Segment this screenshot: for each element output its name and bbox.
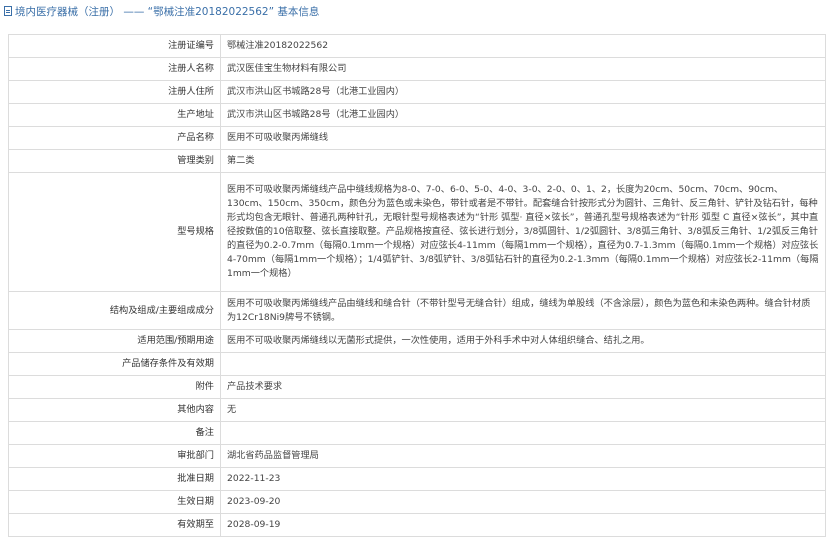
page-header: 境内医疗器械（注册） —— “鄂械注准20182022562” 基本信息 bbox=[0, 0, 831, 22]
field-value: 武汉医佳宝生物材料有限公司 bbox=[220, 57, 826, 81]
field-label: 适用范围/预期用途 bbox=[8, 329, 221, 353]
field-label: 注册人名称 bbox=[8, 57, 221, 81]
field-value: 医用不可吸收聚丙烯缝线以无菌形式提供，一次性使用，适用于外科手术中对人体组织缝合… bbox=[220, 329, 826, 353]
field-label: 结构及组成/主要组成成分 bbox=[8, 291, 221, 330]
field-value: 第二类 bbox=[220, 149, 826, 173]
field-value: 2023-09-20 bbox=[220, 490, 826, 514]
table-row: 生产地址 武汉市洪山区书城路28号（北港工业园内） bbox=[8, 103, 826, 127]
registration-info-table: 注册证编号 鄂械注准20182022562 注册人名称 武汉医佳宝生物材料有限公… bbox=[8, 34, 826, 537]
table-row: 产品名称 医用不可吸收聚丙烯缝线 bbox=[8, 126, 826, 150]
table-row: 批准日期 2022-11-23 bbox=[8, 467, 826, 491]
field-label: 审批部门 bbox=[8, 444, 221, 468]
table-row: 注册人名称 武汉医佳宝生物材料有限公司 bbox=[8, 57, 826, 81]
table-row: 结构及组成/主要组成成分 医用不可吸收聚丙烯缝线产品由缝线和缝合针（不带针型号无… bbox=[8, 291, 826, 330]
field-value: 武汉市洪山区书城路28号（北港工业园内） bbox=[220, 80, 826, 104]
field-value: 湖北省药品监督管理局 bbox=[220, 444, 826, 468]
field-label: 产品名称 bbox=[8, 126, 221, 150]
field-value: 医用不可吸收聚丙烯缝线 bbox=[220, 126, 826, 150]
table-row: 其他内容 无 bbox=[8, 398, 826, 422]
field-value: 医用不可吸收聚丙烯缝线产品由缝线和缝合针（不带针型号无缝合针）组成，缝线为单股线… bbox=[220, 291, 826, 330]
table-row: 注册证编号 鄂械注准20182022562 bbox=[8, 34, 826, 58]
document-icon bbox=[4, 6, 12, 16]
table-row: 有效期至 2028-09-19 bbox=[8, 513, 826, 537]
field-label: 生效日期 bbox=[8, 490, 221, 514]
field-label: 附件 bbox=[8, 375, 221, 399]
field-value: 产品技术要求 bbox=[220, 375, 826, 399]
table-row: 审批部门 湖北省药品监督管理局 bbox=[8, 444, 826, 468]
field-label: 管理类别 bbox=[8, 149, 221, 173]
table-row: 适用范围/预期用途 医用不可吸收聚丙烯缝线以无菌形式提供，一次性使用，适用于外科… bbox=[8, 329, 826, 353]
field-value bbox=[220, 421, 826, 445]
table-row: 注册人住所 武汉市洪山区书城路28号（北港工业园内） bbox=[8, 80, 826, 104]
table-row: 产品储存条件及有效期 bbox=[8, 352, 826, 376]
field-label: 型号规格 bbox=[8, 172, 221, 292]
table-row: 管理类别 第二类 bbox=[8, 149, 826, 173]
field-label: 产品储存条件及有效期 bbox=[8, 352, 221, 376]
field-value: 医用不可吸收聚丙烯缝线产品中缝线规格为8-0、7-0、6-0、5-0、4-0、3… bbox=[220, 172, 826, 292]
field-value: 2028-09-19 bbox=[220, 513, 826, 537]
field-label: 有效期至 bbox=[8, 513, 221, 537]
field-label: 注册人住所 bbox=[8, 80, 221, 104]
table-row: 备注 bbox=[8, 421, 826, 445]
field-label: 注册证编号 bbox=[8, 34, 221, 58]
table-row: 生效日期 2023-09-20 bbox=[8, 490, 826, 514]
field-value: 武汉市洪山区书城路28号（北港工业园内） bbox=[220, 103, 826, 127]
table-row: 型号规格 医用不可吸收聚丙烯缝线产品中缝线规格为8-0、7-0、6-0、5-0、… bbox=[8, 172, 826, 292]
field-label: 备注 bbox=[8, 421, 221, 445]
field-value: 2022-11-23 bbox=[220, 467, 826, 491]
page-title: 境内医疗器械（注册） —— “鄂械注准20182022562” 基本信息 bbox=[15, 5, 320, 18]
table-row: 附件 产品技术要求 bbox=[8, 375, 826, 399]
field-label: 批准日期 bbox=[8, 467, 221, 491]
field-value: 鄂械注准20182022562 bbox=[220, 34, 826, 58]
field-value: 无 bbox=[220, 398, 826, 422]
field-label: 生产地址 bbox=[8, 103, 221, 127]
field-value bbox=[220, 352, 826, 376]
field-label: 其他内容 bbox=[8, 398, 221, 422]
